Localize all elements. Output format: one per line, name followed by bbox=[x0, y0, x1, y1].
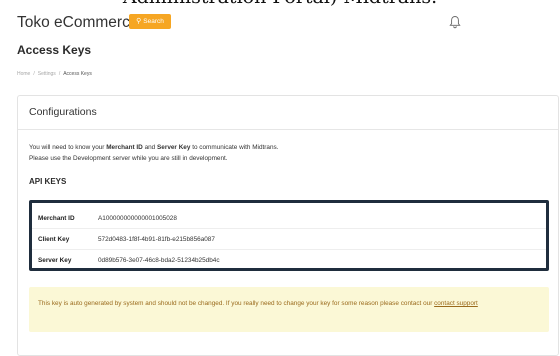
desc-merchant-id: Merchant ID bbox=[106, 144, 143, 151]
key-row-server-key: Server Key 0d89b576-3e07-46c8-bda2-51234… bbox=[32, 250, 546, 271]
search-button[interactable]: ⚲ Search bbox=[129, 14, 171, 29]
top-bar: Toko eCommerce ⚲ Search bbox=[0, 0, 560, 40]
description-line-1: You will need to know your Merchant ID a… bbox=[29, 143, 279, 154]
desc-server-key: Server Key bbox=[157, 144, 191, 151]
desc-text: and bbox=[142, 144, 158, 151]
api-keys-heading: API KEYS bbox=[29, 177, 67, 186]
key-row-client-key: Client Key 572d0483-1f8f-4b91-81fb-e215b… bbox=[32, 229, 546, 250]
search-icon: ⚲ bbox=[136, 18, 142, 25]
key-row-merchant-id: Merchant ID A100000000000001005028 bbox=[32, 208, 546, 229]
desc-text: You will need to know your bbox=[29, 144, 107, 151]
configurations-card: Configurations You will need to know you… bbox=[17, 95, 559, 356]
contact-support-link[interactable]: contact support bbox=[434, 300, 478, 307]
page-title: Access Keys bbox=[17, 43, 92, 57]
description-text: You will need to know your Merchant ID a… bbox=[29, 143, 279, 164]
search-button-label: Search bbox=[143, 18, 164, 25]
server-key-value: 0d89b576-3e07-46c8-bda2-51234b25db4c bbox=[98, 257, 220, 264]
app-title: Toko eCommerce bbox=[17, 14, 139, 31]
client-key-value: 572d0483-1f8f-4b91-81fb-e215b856a087 bbox=[98, 235, 215, 243]
notice-text: This key is auto generated by system and… bbox=[38, 300, 435, 307]
card-title: Configurations bbox=[29, 106, 97, 118]
card-header: Configurations bbox=[18, 96, 558, 130]
desc-text: to communicate with Midtrans. bbox=[190, 144, 279, 151]
breadcrumb-settings[interactable]: Settings bbox=[38, 71, 56, 77]
breadcrumb-current: Access Keys bbox=[63, 71, 92, 77]
description-line-2: Please use the Development server while … bbox=[29, 154, 228, 162]
bell-icon[interactable] bbox=[449, 14, 461, 29]
breadcrumb-separator: / bbox=[58, 71, 61, 77]
breadcrumb-home[interactable]: Home bbox=[17, 71, 30, 77]
notice-box: This key is auto generated by system and… bbox=[29, 287, 549, 332]
merchant-id-value: A100000000000001005028 bbox=[98, 214, 177, 222]
breadcrumb: Home / Settings / Access Keys bbox=[17, 71, 92, 77]
api-keys-table: Merchant ID A100000000000001005028 Clien… bbox=[29, 200, 549, 271]
breadcrumb-separator: / bbox=[33, 71, 35, 77]
key-label: Merchant ID bbox=[38, 214, 75, 222]
key-label: Server Key bbox=[38, 257, 72, 264]
key-label: Client Key bbox=[38, 235, 70, 243]
